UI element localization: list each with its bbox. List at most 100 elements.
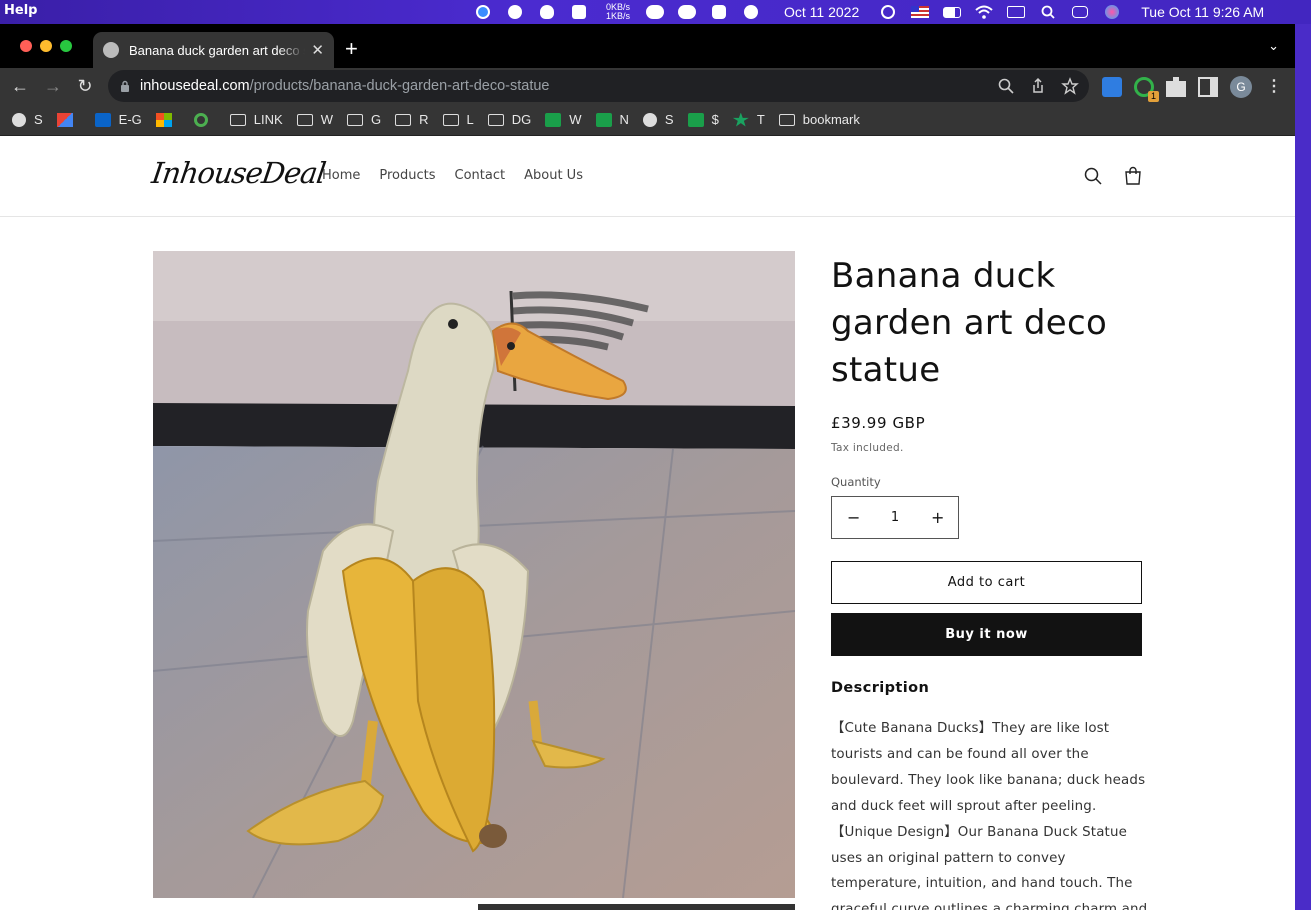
- macos-menubar: Help 0KB/s 1KB/s Oct 11 2022 Tue Oct 11 9…: [0, 0, 1311, 24]
- bookmark-item[interactable]: [155, 112, 180, 127]
- line-icon[interactable]: [678, 4, 696, 20]
- address-bar[interactable]: inhousedeal.com/products/banana-duck-gar…: [108, 70, 1089, 102]
- bookmark-star-icon[interactable]: [1061, 77, 1079, 95]
- bookmark-item[interactable]: $: [687, 112, 719, 127]
- check-icon[interactable]: [710, 4, 728, 20]
- puzzle-icon[interactable]: [1166, 77, 1186, 97]
- bookmarks-bar: S E-G LINK W G R L DG W N S $ Tbookmark: [0, 104, 1295, 136]
- battery-icon[interactable]: [943, 4, 962, 20]
- buy-now-button[interactable]: Buy it now: [831, 613, 1142, 656]
- status-tray: 0KB/s 1KB/s Oct 11 2022 Tue Oct 11 9:26 A…: [474, 0, 1264, 24]
- kebab-menu-icon[interactable]: ⋮: [1264, 77, 1284, 97]
- wifi-icon[interactable]: [975, 4, 993, 20]
- active-tab[interactable]: Banana duck garden art deco statue ✕: [93, 32, 334, 68]
- forward-button[interactable]: →: [41, 74, 65, 98]
- bookmark-label: N: [619, 112, 629, 127]
- reload-button[interactable]: ↻: [73, 74, 97, 98]
- profile-avatar[interactable]: G: [1230, 76, 1252, 98]
- bookmark-item[interactable]: [193, 112, 216, 127]
- folder-icon: [296, 113, 313, 126]
- gmail-icon: [56, 112, 73, 127]
- extensions-area: 1 G ⋮: [1102, 76, 1284, 102]
- folder-icon: [778, 113, 795, 126]
- thumbnail-preview[interactable]: [478, 904, 795, 910]
- bookmark-label: R: [419, 112, 429, 127]
- increase-quantity-button[interactable]: +: [931, 508, 944, 527]
- bookmark-item[interactable]: bookmark: [778, 112, 860, 127]
- tab-search-icon[interactable]: ⌄: [1268, 38, 1279, 54]
- close-tab-icon[interactable]: ✕: [311, 41, 324, 59]
- bookmark-item[interactable]: LINK: [229, 112, 283, 127]
- decrease-quantity-button[interactable]: −: [847, 508, 860, 527]
- bookmark-label: G: [370, 112, 382, 127]
- bookmark-item[interactable]: DG: [487, 112, 531, 127]
- description-heading: Description: [831, 680, 930, 696]
- sidepanel-icon[interactable]: [1198, 77, 1218, 97]
- help-menu[interactable]: Help: [4, 3, 37, 18]
- us-flag-icon[interactable]: [911, 4, 930, 20]
- back-button[interactable]: ←: [8, 74, 32, 98]
- menubar-clock[interactable]: Tue Oct 11 9:26 AM: [1141, 4, 1264, 20]
- site-header: InhouseDeal Home Products Contact About …: [0, 136, 1295, 217]
- sheets-icon: [595, 112, 612, 127]
- product-image[interactable]: [153, 251, 795, 898]
- arrow-circle-icon[interactable]: [742, 4, 760, 20]
- bookmark-item[interactable]: S: [642, 112, 674, 127]
- g-green-icon: [193, 112, 208, 127]
- site-logo[interactable]: InhouseDeal: [150, 156, 328, 190]
- siri-icon[interactable]: [1103, 4, 1121, 20]
- lock-icon[interactable]: [120, 80, 130, 92]
- browser-window: Banana duck garden art deco statue ✕ + ⌄…: [0, 24, 1295, 910]
- bookmark-item[interactable]: N: [595, 112, 629, 127]
- extension-green-icon[interactable]: 1: [1134, 77, 1159, 102]
- qq-icon[interactable]: [538, 4, 556, 20]
- nav-products[interactable]: Products: [379, 168, 435, 183]
- keyboard-icon[interactable]: [1007, 4, 1026, 20]
- bookmark-label: LINK: [253, 112, 283, 127]
- control-center-icon[interactable]: [1071, 4, 1089, 20]
- time-machine-icon[interactable]: [879, 4, 897, 20]
- zoom-icon[interactable]: [997, 77, 1015, 95]
- quantity-input[interactable]: 1: [891, 510, 899, 525]
- share-icon[interactable]: [1029, 77, 1047, 95]
- teamviewer-icon[interactable]: [474, 4, 492, 20]
- cat-icon[interactable]: [570, 4, 588, 20]
- search-icon[interactable]: [1083, 166, 1103, 186]
- cow-icon[interactable]: [506, 4, 524, 20]
- banana-duck-photo: [153, 251, 795, 898]
- globe-icon: [642, 112, 657, 127]
- star-icon: [732, 112, 749, 127]
- zoom-window-button[interactable]: [60, 40, 72, 52]
- bookmark-item[interactable]: S: [12, 112, 43, 127]
- close-window-button[interactable]: [20, 40, 32, 52]
- bookmark-item[interactable]: W: [545, 112, 582, 127]
- bookmark-item[interactable]: R: [395, 112, 429, 127]
- nav-contact[interactable]: Contact: [455, 168, 506, 183]
- wechat-icon[interactable]: [646, 4, 664, 20]
- spotlight-icon[interactable]: [1039, 4, 1057, 20]
- header-icons: [1083, 166, 1143, 186]
- download-icon[interactable]: [1102, 77, 1122, 97]
- microsoft-icon: [155, 112, 172, 127]
- bookmark-item[interactable]: G: [346, 112, 382, 127]
- bookmark-item[interactable]: [56, 112, 81, 127]
- bookmark-item[interactable]: T: [732, 112, 765, 127]
- omnibox-actions: [997, 77, 1079, 95]
- tax-note: Tax included.: [831, 442, 904, 454]
- nav-about-us[interactable]: About Us: [524, 168, 583, 183]
- bookmark-label: T: [756, 112, 765, 127]
- bookmark-label: bookmark: [802, 112, 860, 127]
- folder-icon: [395, 113, 412, 126]
- main-nav: Home Products Contact About Us: [322, 168, 583, 183]
- product-description: 【Cute Banana Ducks】They are like lost to…: [831, 716, 1151, 910]
- bookmark-item[interactable]: E-G: [94, 112, 142, 127]
- menubar-date[interactable]: Oct 11 2022: [784, 4, 859, 20]
- nav-home[interactable]: Home: [322, 168, 360, 183]
- cart-icon[interactable]: [1123, 166, 1143, 186]
- new-tab-button[interactable]: +: [345, 36, 358, 62]
- bookmark-label: $: [711, 112, 719, 127]
- bookmark-item[interactable]: L: [442, 112, 474, 127]
- bookmark-item[interactable]: W: [296, 112, 333, 127]
- minimize-window-button[interactable]: [40, 40, 52, 52]
- add-to-cart-button[interactable]: Add to cart: [831, 561, 1142, 604]
